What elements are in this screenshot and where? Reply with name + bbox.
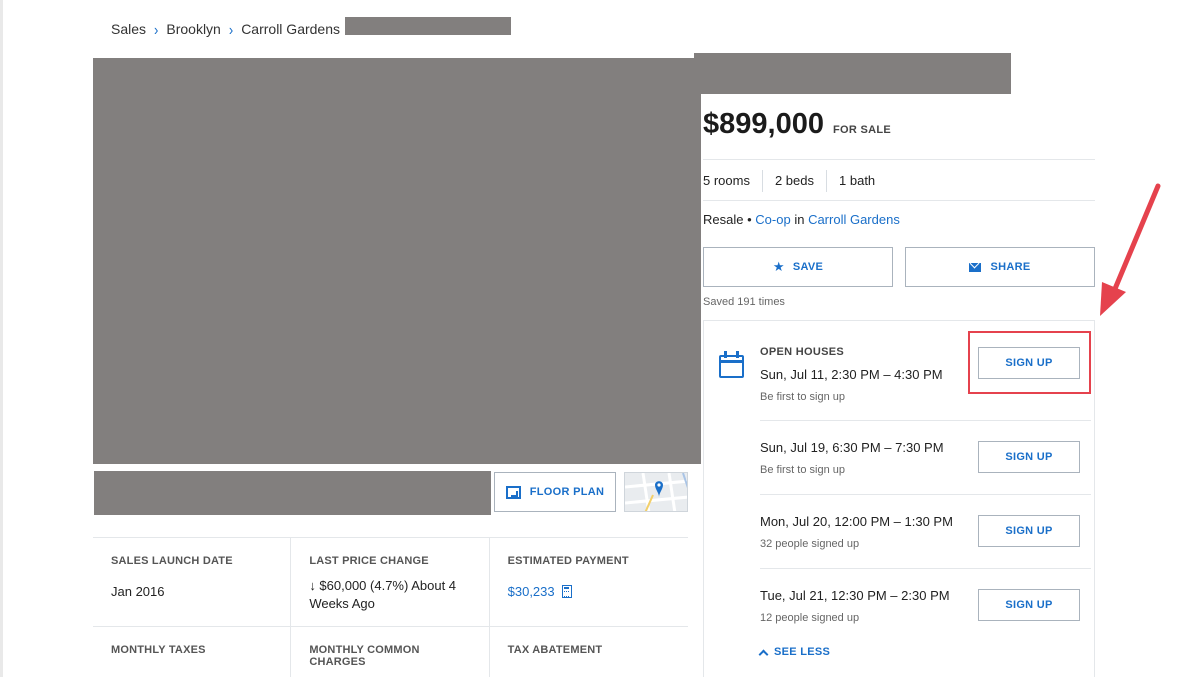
open-house-date: Sun, Jul 11, 2:30 PM – 4:30 PM [760, 367, 943, 382]
sign-up-button[interactable]: SIGN UP [978, 515, 1080, 547]
open-house-note: 12 people signed up [760, 612, 860, 624]
open-house-item: Mon, Jul 20, 12:00 PM – 1:30 PM 32 peopl… [760, 495, 1090, 569]
monthly-taxes-label: MONTHLY TAXES [111, 644, 206, 656]
estimated-payment-label: ESTIMATED PAYMENT [507, 555, 629, 567]
open-houses-panel: OPEN HOUSES Sun, Jul 11, 2:30 PM – 4:30 … [703, 320, 1095, 677]
breadcrumb-carroll-gardens[interactable]: Carroll Gardens [241, 21, 340, 37]
rooms-count: 5 rooms [703, 173, 750, 188]
open-house-note: Be first to sign up [760, 464, 845, 476]
open-house-item: Tue, Jul 21, 12:30 PM – 2:30 PM 12 peopl… [760, 569, 1090, 643]
open-house-date: Mon, Jul 20, 12:00 PM – 1:30 PM [760, 514, 953, 529]
monthly-common-charges-cell: MONTHLY COMMON CHARGES [291, 627, 490, 677]
map-icon [625, 473, 687, 511]
sign-up-button[interactable]: SIGN UP [978, 589, 1080, 621]
sign-up-button[interactable]: SIGN UP [978, 347, 1080, 379]
save-label: SAVE [792, 261, 824, 273]
saved-count: Saved 191 times [703, 296, 785, 308]
listing-type-in: in [794, 212, 805, 227]
sign-up-button[interactable]: SIGN UP [978, 441, 1080, 473]
map-thumbnail[interactable] [624, 472, 688, 512]
divider [703, 159, 1095, 160]
floor-plan-icon [505, 485, 521, 499]
co-op-link[interactable]: Co-op [755, 212, 790, 227]
open-house-date: Sun, Jul 19, 6:30 PM – 7:30 PM [760, 440, 944, 455]
see-less-label: SEE LESS [774, 646, 831, 658]
calendar-icon [719, 351, 744, 378]
open-house-note: 32 people signed up [760, 538, 860, 550]
share-button[interactable]: SHARE [905, 247, 1095, 287]
listing-details-grid: SALES LAUNCH DATE Jan 2016 LAST PRICE CH… [93, 537, 688, 677]
calculator-icon [561, 585, 572, 598]
photo-thumbnails[interactable] [94, 471, 491, 515]
breadcrumb-brooklyn[interactable]: Brooklyn [166, 21, 220, 37]
breadcrumb-sales[interactable]: Sales [111, 21, 146, 37]
open-house-date: Tue, Jul 21, 12:30 PM – 2:30 PM [760, 588, 950, 603]
open-house-item: Sun, Jul 11, 2:30 PM – 4:30 PM Be first … [760, 347, 1090, 421]
last-price-change-label: LAST PRICE CHANGE [309, 555, 429, 567]
listing-status: FOR SALE [832, 124, 891, 136]
tax-abatement-label: TAX ABATEMENT [507, 644, 603, 656]
share-label: SHARE [990, 261, 1031, 273]
breadcrumb: Sales › Brooklyn › Carroll Gardens › [111, 20, 360, 38]
listing-title-redacted [694, 53, 1011, 94]
listing-type-prefix: Resale • [703, 212, 752, 227]
see-less-button[interactable]: SEE LESS [758, 646, 831, 659]
beds-count: 2 beds [761, 170, 826, 192]
neighborhood-link[interactable]: Carroll Gardens [808, 212, 900, 227]
baths-count: 1 bath [826, 170, 887, 192]
price-row: $899,000 FOR SALE [703, 108, 891, 141]
main-photo[interactable] [93, 58, 701, 464]
open-house-note: Be first to sign up [760, 391, 845, 403]
estimated-payment-link[interactable]: $30,233 [508, 584, 670, 599]
tax-abatement-cell: TAX ABATEMENT [490, 627, 688, 677]
floor-plan-button[interactable]: FLOOR PLAN [494, 472, 616, 512]
breadcrumb-redacted [345, 17, 511, 35]
sales-launch-date-cell: SALES LAUNCH DATE Jan 2016 [93, 538, 292, 626]
chevron-up-icon [758, 649, 769, 659]
last-price-change-cell: LAST PRICE CHANGE ↓ $60,000 (4.7%) About… [291, 538, 490, 626]
listing-price: $899,000 [703, 108, 824, 140]
chevron-right-icon: › [154, 20, 159, 38]
chevron-right-icon: › [228, 20, 234, 38]
save-button[interactable]: ★ SAVE [703, 247, 893, 287]
estimated-payment-cell: ESTIMATED PAYMENT $30,233 [490, 538, 688, 626]
monthly-taxes-cell: MONTHLY TAXES [93, 627, 292, 677]
open-house-item: Sun, Jul 19, 6:30 PM – 7:30 PM Be first … [760, 421, 1090, 495]
last-price-change-value: ↓ $60,000 (4.7%) About 4 Weeks Ago [309, 578, 457, 611]
divider [703, 200, 1095, 201]
sales-launch-date-value: Jan 2016 [111, 584, 165, 599]
sales-launch-date-label: SALES LAUNCH DATE [111, 555, 233, 567]
listing-type: Resale • Co-op in Carroll Gardens [703, 212, 900, 227]
monthly-common-charges-label: MONTHLY COMMON CHARGES [309, 644, 420, 668]
window-edge [0, 0, 3, 677]
envelope-icon [969, 262, 982, 272]
listing-specs: 5 rooms 2 beds 1 bath [703, 170, 887, 192]
estimated-payment-value: $30,233 [507, 584, 555, 599]
star-icon: ★ [772, 259, 785, 274]
floor-plan-label: FLOOR PLAN [529, 486, 605, 498]
annotation-arrow-icon [1100, 183, 1161, 316]
